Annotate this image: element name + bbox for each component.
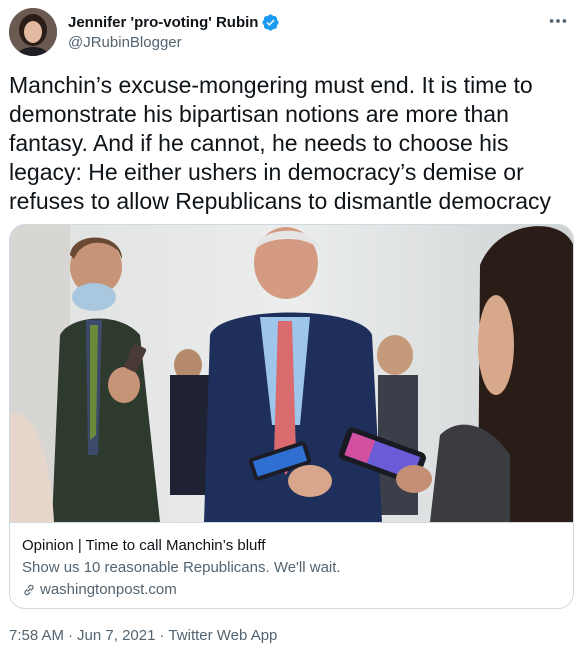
- tweet: Jennifer 'pro-voting' Rubin @JRubinBlogg…: [0, 0, 587, 648]
- display-name[interactable]: Jennifer 'pro-voting' Rubin: [68, 14, 258, 31]
- link-card[interactable]: Opinion | Time to call Manchin’s bluff S…: [9, 224, 574, 609]
- card-domain-text: washingtonpost.com: [40, 581, 177, 598]
- separator: ·: [68, 627, 74, 644]
- tweet-footer: 7:58 AM · Jun 7, 2021 · Twitter Web App: [9, 627, 277, 644]
- timestamp-date[interactable]: Jun 7, 2021: [77, 627, 155, 644]
- card-image: [10, 225, 573, 522]
- more-options-icon[interactable]: [547, 10, 569, 32]
- verified-badge-icon: [262, 13, 280, 31]
- link-icon: [24, 584, 34, 596]
- timestamp-time[interactable]: 7:58 AM: [9, 627, 64, 644]
- card-title: Opinion | Time to call Manchin’s bluff: [22, 537, 266, 554]
- separator: ·: [159, 627, 165, 644]
- card-meta: Opinion | Time to call Manchin’s bluff S…: [10, 522, 573, 608]
- card-description: Show us 10 reasonable Republicans. We'll…: [22, 559, 341, 576]
- user-handle[interactable]: @JRubinBlogger: [68, 34, 280, 51]
- tweet-source[interactable]: Twitter Web App: [168, 627, 277, 644]
- tweet-text: Manchin’s excuse-mongering must end. It …: [9, 72, 552, 214]
- card-domain: washingtonpost.com: [22, 580, 563, 600]
- author-info: Jennifer 'pro-voting' Rubin @JRubinBlogg…: [68, 12, 280, 51]
- avatar[interactable]: [9, 8, 57, 56]
